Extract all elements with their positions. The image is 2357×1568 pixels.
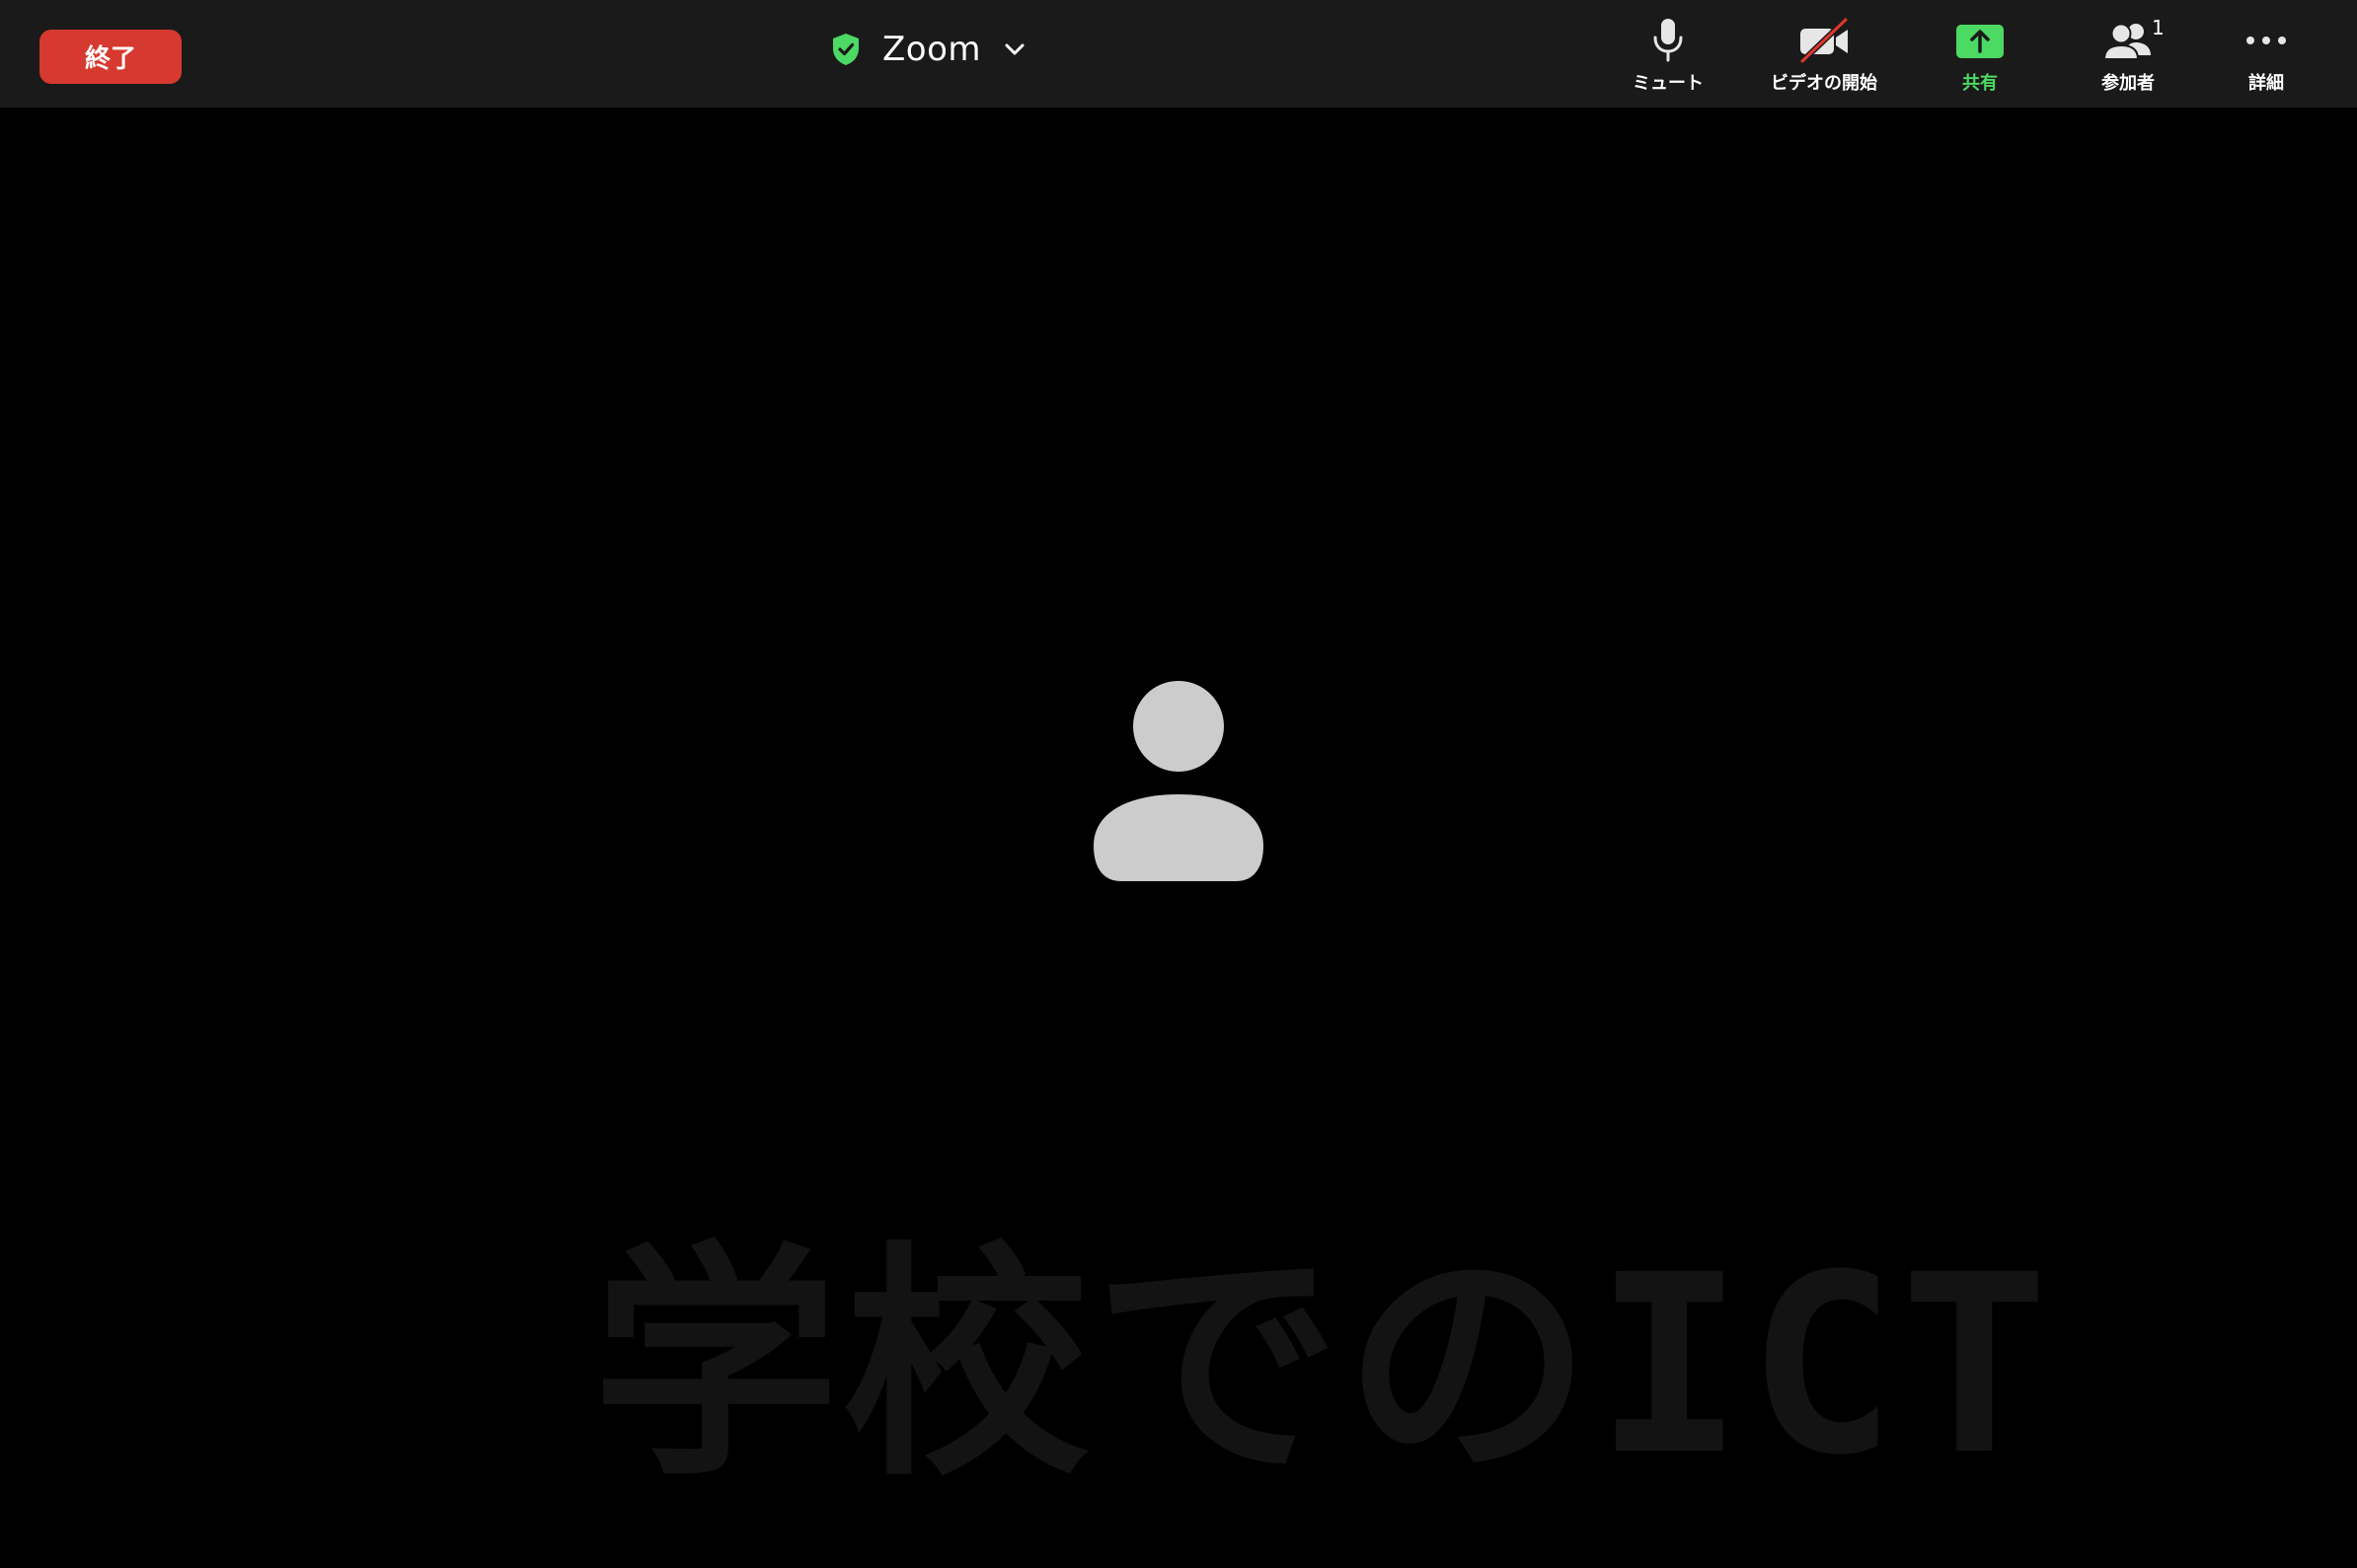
- participant-count-badge: 1: [2152, 16, 2165, 39]
- more-label: 詳細: [2248, 73, 2284, 94]
- mute-button[interactable]: ミュート: [1599, 14, 1737, 97]
- encryption-shield-icon: [833, 34, 859, 65]
- background-watermark-text: 学校でのICT: [592, 1222, 2053, 1509]
- participants-icon: [2102, 23, 2151, 60]
- zoom-meeting-window: 終了 Zoom ミュート ビデオの開始 共有 1 参加者 詳細 学校でのICT: [0, 0, 2357, 1568]
- end-meeting-button[interactable]: 終了: [39, 30, 182, 84]
- participants-button[interactable]: 1 参加者: [2059, 14, 2197, 97]
- top-toolbar: 終了 Zoom ミュート ビデオの開始 共有 1 参加者 詳細: [0, 0, 2357, 108]
- share-screen-button[interactable]: 共有: [1911, 14, 2049, 97]
- meeting-info-dropdown[interactable]: Zoom: [831, 22, 1026, 77]
- video-stage: 学校でのICT: [0, 108, 2357, 1568]
- chevron-down-icon: [1005, 43, 1025, 55]
- start-video-label: ビデオの開始: [1771, 73, 1877, 94]
- meeting-title: Zoom: [882, 30, 982, 69]
- microphone-icon: [1653, 19, 1683, 62]
- person-placeholder-icon: [1094, 681, 1263, 881]
- video-off-icon: [1799, 18, 1849, 63]
- mute-label: ミュート: [1633, 73, 1704, 94]
- start-video-button[interactable]: ビデオの開始: [1755, 14, 1893, 97]
- more-options-button[interactable]: 詳細: [2197, 14, 2335, 97]
- share-screen-icon: [1956, 25, 2004, 58]
- more-icon: [2246, 37, 2286, 44]
